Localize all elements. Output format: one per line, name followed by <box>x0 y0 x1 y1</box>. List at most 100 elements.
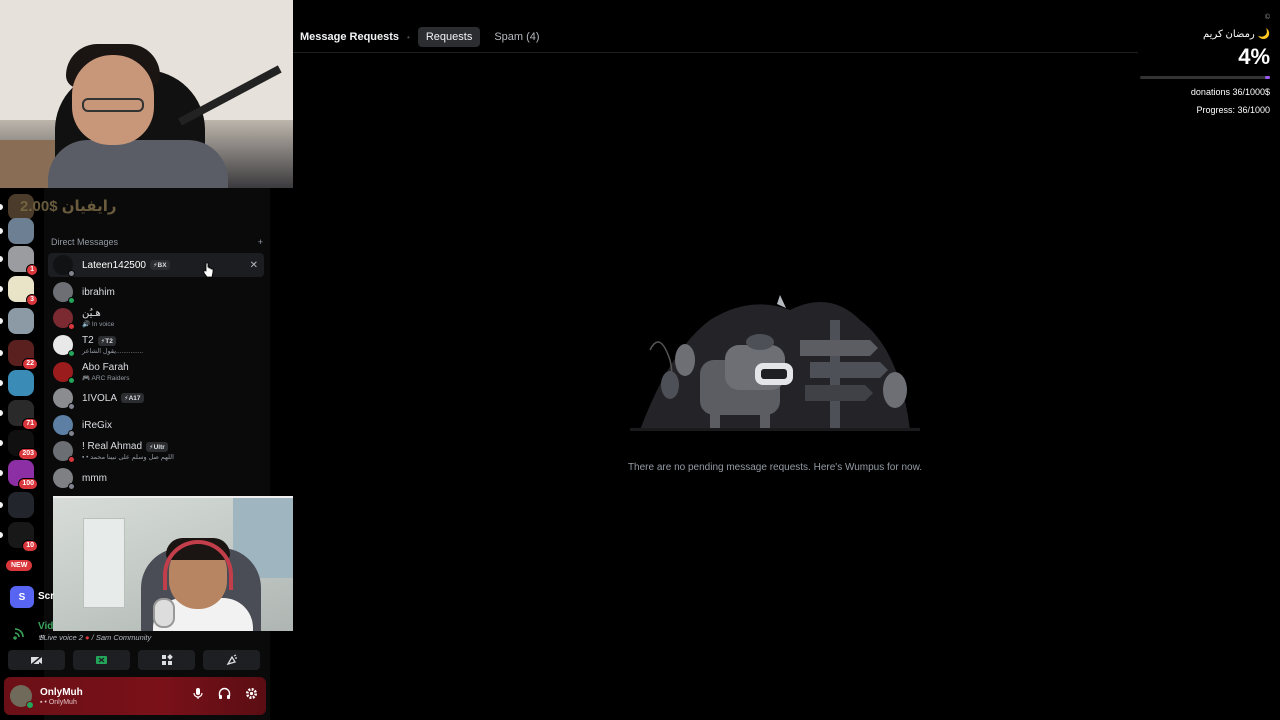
dm-avatar <box>53 308 75 330</box>
dm-header-label: Direct Messages <box>51 237 119 247</box>
dm-avatar <box>53 441 75 463</box>
widget-donations: donations 36/1000$ <box>1190 87 1270 97</box>
dm-item[interactable]: ! Real Ahmad ⚡Ultr ▪ • اللهم صل وسلم على ن… <box>48 439 264 463</box>
activities-icon <box>161 654 173 665</box>
voice-server-icon[interactable]: S <box>10 586 34 608</box>
dm-avatar <box>53 282 75 304</box>
tab-requests[interactable]: Requests <box>417 27 481 47</box>
activities-button[interactable] <box>138 650 195 670</box>
voice-server-label: Scr <box>38 591 55 602</box>
dm-name: Abo Farah <box>82 362 129 373</box>
dm-header: Direct Messages + <box>51 237 263 247</box>
dm-item[interactable]: 1IVOLA ⚡A17 <box>48 386 264 410</box>
dm-name: ! Real Ahmad <box>82 441 143 452</box>
add-dm-button[interactable]: + <box>258 237 263 247</box>
soundboard-button[interactable] <box>203 650 260 670</box>
donation-widget: © رمضان كريم 🌙 4% donations 36/1000$ Pro… <box>1140 14 1270 115</box>
voice-controls <box>8 650 260 670</box>
close-dm-icon[interactable]: ✕ <box>250 260 258 271</box>
server-icon[interactable] <box>8 308 34 334</box>
widget-percent: 4% <box>1238 44 1270 69</box>
dm-item[interactable]: T2 ⚡T2 يقول الشاعر............... <box>48 333 264 357</box>
dm-item[interactable]: iReGix <box>48 413 264 437</box>
unread-pill <box>0 502 3 508</box>
status-indicator <box>68 377 75 384</box>
server-icon[interactable]: 1 <box>8 246 38 276</box>
donation-overlay-text: 2.00$ رايفيان <box>20 198 117 215</box>
unread-pill <box>0 286 3 292</box>
unread-pill <box>0 204 3 210</box>
unread-pill <box>0 256 3 262</box>
unread-pill <box>0 380 3 386</box>
server-icon[interactable]: 22 <box>8 340 38 370</box>
voice-connected-icon <box>12 624 28 640</box>
guest-webcam <box>53 496 293 631</box>
dm-status-text: يقول الشاعر............... <box>82 348 144 355</box>
mention-badge: 22 <box>22 358 38 370</box>
streamer-webcam-top <box>0 0 293 188</box>
screen-share-icon <box>96 655 107 664</box>
widget-corner-mark: © <box>1264 14 1270 21</box>
server-icon[interactable]: 10 <box>8 522 38 552</box>
page-title: Message Requests <box>300 31 400 43</box>
server-tag-badge: ⚡BX <box>149 260 170 270</box>
status-indicator <box>68 297 75 304</box>
server-icon[interactable] <box>8 492 34 518</box>
widget-progress-text: Progress: 36/1000 <box>1196 105 1270 115</box>
separator-dot: • <box>407 32 410 42</box>
server-avatar-icon <box>8 308 34 334</box>
empty-state-text: There are no pending message requests. H… <box>627 462 923 473</box>
user-avatar[interactable] <box>10 685 34 709</box>
mic-icon[interactable] <box>192 687 204 703</box>
server-icon[interactable] <box>8 218 34 244</box>
dm-item[interactable]: هـيُن 🔊 In voice <box>48 306 264 330</box>
headphones-icon[interactable] <box>218 687 231 703</box>
tab-spam[interactable]: Spam (4) <box>486 27 547 47</box>
status-indicator <box>68 323 75 330</box>
server-icon[interactable] <box>8 370 34 396</box>
dm-name: iReGix <box>82 419 113 431</box>
server-tag-badge: ⚡T2 <box>97 335 116 346</box>
gear-icon[interactable] <box>245 687 258 703</box>
widget-progress-fill <box>1265 76 1270 79</box>
unread-pill <box>0 318 3 324</box>
dm-avatar <box>53 362 75 384</box>
server-icon[interactable]: 100 <box>8 460 38 490</box>
mention-badge: 100 <box>18 478 38 490</box>
status-indicator <box>68 483 75 490</box>
dm-name: mmm <box>82 472 107 484</box>
mention-badge: 1 <box>26 264 38 276</box>
camera-off-button[interactable] <box>8 650 65 670</box>
server-icon[interactable]: 71 <box>8 400 38 430</box>
dm-item[interactable]: ibrahim <box>48 280 264 304</box>
dm-avatar <box>53 388 75 410</box>
user-panel: OnlyMuh ▪ • OnlyMuh <box>4 677 266 715</box>
server-tag-badge: ⚡A17 <box>121 393 144 403</box>
dm-status-text: ▪ • اللهم صل وسلم على نبينا محمد <box>82 454 174 461</box>
dm-name: 1IVOLA <box>82 392 118 404</box>
dm-item[interactable]: Lateen142500 ⚡BX ✕ <box>48 253 264 277</box>
user-status-dot <box>26 701 34 709</box>
server-avatar-icon <box>8 370 34 396</box>
server-tag-badge: ⚡Ultr <box>146 441 168 452</box>
status-indicator <box>68 403 75 410</box>
dm-item[interactable]: mmm <box>48 466 264 490</box>
new-badge: NEW <box>6 560 33 571</box>
unread-pill <box>0 410 3 416</box>
unread-pill <box>0 350 3 356</box>
server-icon[interactable]: 203 <box>8 430 38 460</box>
user-subtext: ▪ • OnlyMuh <box>40 698 77 706</box>
mention-badge: 3 <box>26 294 38 306</box>
mention-badge: 203 <box>18 448 38 460</box>
live-dot-icon: ● <box>85 633 90 642</box>
voice-channel-label: Vid <box>38 621 54 632</box>
user-name: OnlyMuh <box>40 686 83 698</box>
unread-pill <box>0 532 3 538</box>
soundboard-icon <box>226 654 237 666</box>
server-icon[interactable]: 3 <box>8 276 38 306</box>
dm-item[interactable]: Abo Farah 🎮 ARC Raiders <box>48 360 264 384</box>
status-indicator <box>68 430 75 437</box>
user-controls <box>192 687 258 703</box>
screen-share-button[interactable] <box>73 650 130 670</box>
mention-badge: 10 <box>22 540 38 552</box>
